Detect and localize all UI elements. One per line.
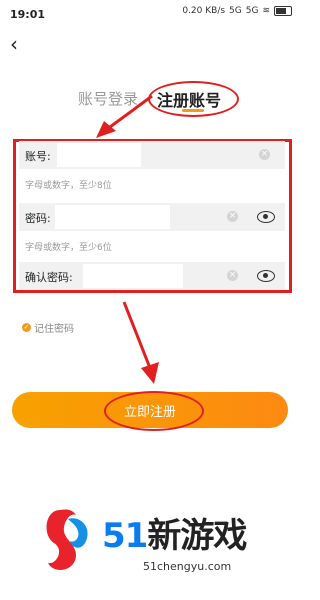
eye-icon[interactable] (257, 211, 275, 223)
brand-domain: 51chengyu.com (143, 560, 232, 573)
check-icon[interactable]: ✓ (22, 323, 31, 332)
account-field[interactable]: 账号: × (19, 141, 285, 169)
account-input[interactable] (57, 143, 141, 167)
brand-name: 51新游戏 (102, 508, 247, 557)
password-hint: 字母或数字，至少6位 (25, 243, 112, 253)
clear-icon[interactable]: × (227, 270, 238, 281)
brand-number: 51 (102, 516, 148, 556)
account-label: 账号: (25, 150, 51, 163)
annotation-ellipse-button (104, 391, 204, 431)
clear-icon[interactable]: × (227, 211, 238, 222)
clear-icon[interactable]: × (259, 149, 270, 160)
remember-label: 记住密码 (34, 324, 74, 335)
password-field[interactable]: 密码: × (19, 203, 285, 231)
eye-icon[interactable] (257, 270, 275, 282)
password-label: 密码: (25, 212, 51, 225)
remember-password[interactable]: ✓ 记住密码 (22, 320, 74, 335)
account-hint: 字母或数字，至少8位 (25, 181, 112, 191)
confirm-password-label: 确认密码: (25, 271, 73, 284)
confirm-password-field[interactable]: 确认密码: × (19, 262, 285, 290)
password-input[interactable] (55, 205, 170, 229)
logo-icon (46, 509, 88, 570)
confirm-password-input[interactable] (83, 264, 183, 288)
brand-text: 新游戏 (147, 516, 247, 556)
